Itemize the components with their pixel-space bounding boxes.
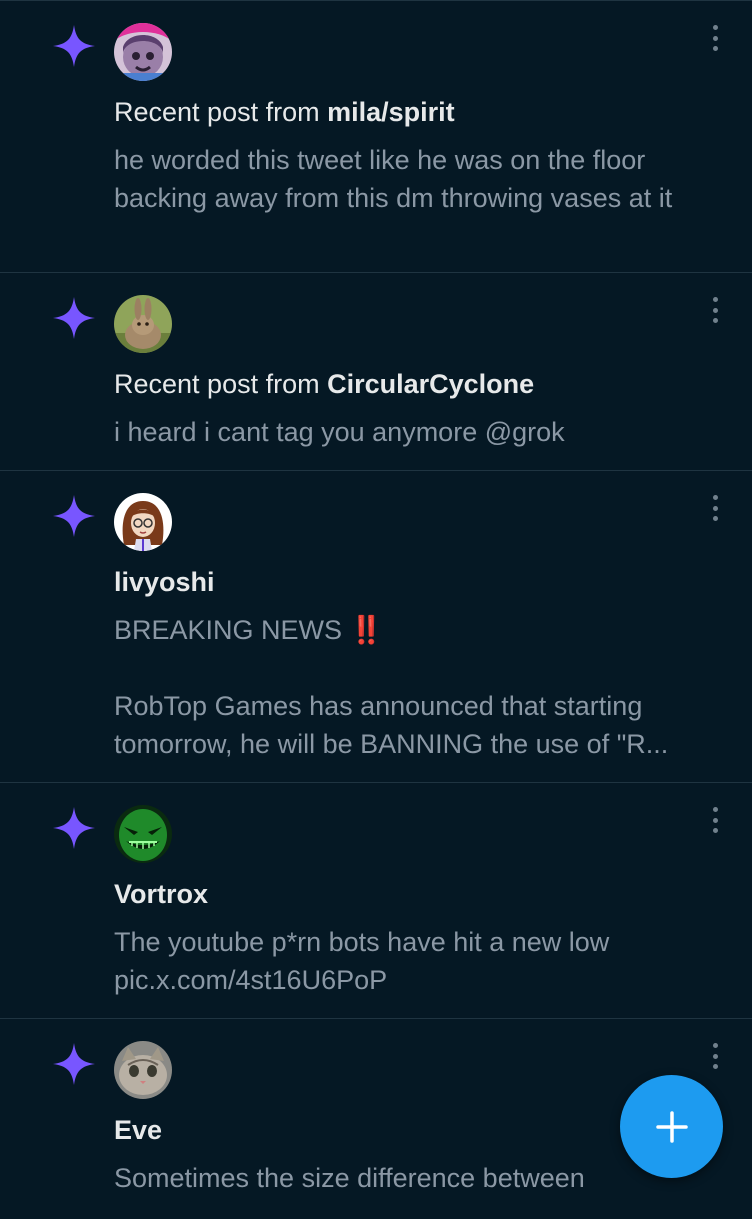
sparkle-icon xyxy=(51,493,97,539)
author-name[interactable]: Eve xyxy=(114,1115,162,1146)
avatar[interactable] xyxy=(114,1041,172,1099)
post-text[interactable]: he worded this tweet like he was on the … xyxy=(114,141,724,217)
sparkle-icon xyxy=(51,23,97,69)
notifications-feed: Recent post from mila/spirit he worded t… xyxy=(0,0,752,1219)
author-name[interactable]: mila/spirit xyxy=(327,97,455,127)
post-text[interactable]: Sometimes the size difference between xyxy=(114,1159,724,1197)
notification-item[interactable]: Vortrox The youtube p*rn bots have hit a… xyxy=(0,783,752,1019)
more-icon[interactable] xyxy=(707,1043,723,1069)
notification-item[interactable]: livyoshi BREAKING NEWS ‼️ RobTop Games h… xyxy=(0,471,752,783)
more-icon[interactable] xyxy=(707,807,723,833)
more-icon[interactable] xyxy=(707,495,723,521)
sparkle-icon xyxy=(51,805,97,851)
author-name[interactable]: Vortrox xyxy=(114,879,208,910)
avatar[interactable] xyxy=(114,23,172,81)
post-text[interactable]: BREAKING NEWS ‼️ RobTop Games has announ… xyxy=(114,611,724,763)
plus-icon xyxy=(655,1110,688,1143)
author-name[interactable]: CircularCyclone xyxy=(327,369,534,399)
sparkle-icon xyxy=(51,295,97,341)
compose-button[interactable] xyxy=(620,1075,723,1178)
avatar[interactable] xyxy=(114,493,172,551)
more-icon[interactable] xyxy=(707,297,723,323)
author-name[interactable]: livyoshi xyxy=(114,567,215,598)
sparkle-icon xyxy=(51,1041,97,1087)
notification-title: Recent post from CircularCyclone xyxy=(114,369,535,399)
notification-item[interactable]: Recent post from mila/spirit he worded t… xyxy=(0,0,752,273)
avatar[interactable] xyxy=(114,295,172,353)
post-text[interactable]: i heard i cant tag you anymore @grok xyxy=(114,413,724,451)
more-icon[interactable] xyxy=(707,25,723,51)
post-text[interactable]: The youtube p*rn bots have hit a new low… xyxy=(114,923,724,999)
avatar[interactable] xyxy=(114,805,172,863)
post-link[interactable]: pic.x.com/4st16U6PoP xyxy=(114,961,724,999)
notification-title: Recent post from mila/spirit xyxy=(114,97,455,127)
notification-item[interactable]: Recent post from CircularCyclone i heard… xyxy=(0,273,752,471)
double-exclamation-emoji: ‼️ xyxy=(349,615,384,645)
